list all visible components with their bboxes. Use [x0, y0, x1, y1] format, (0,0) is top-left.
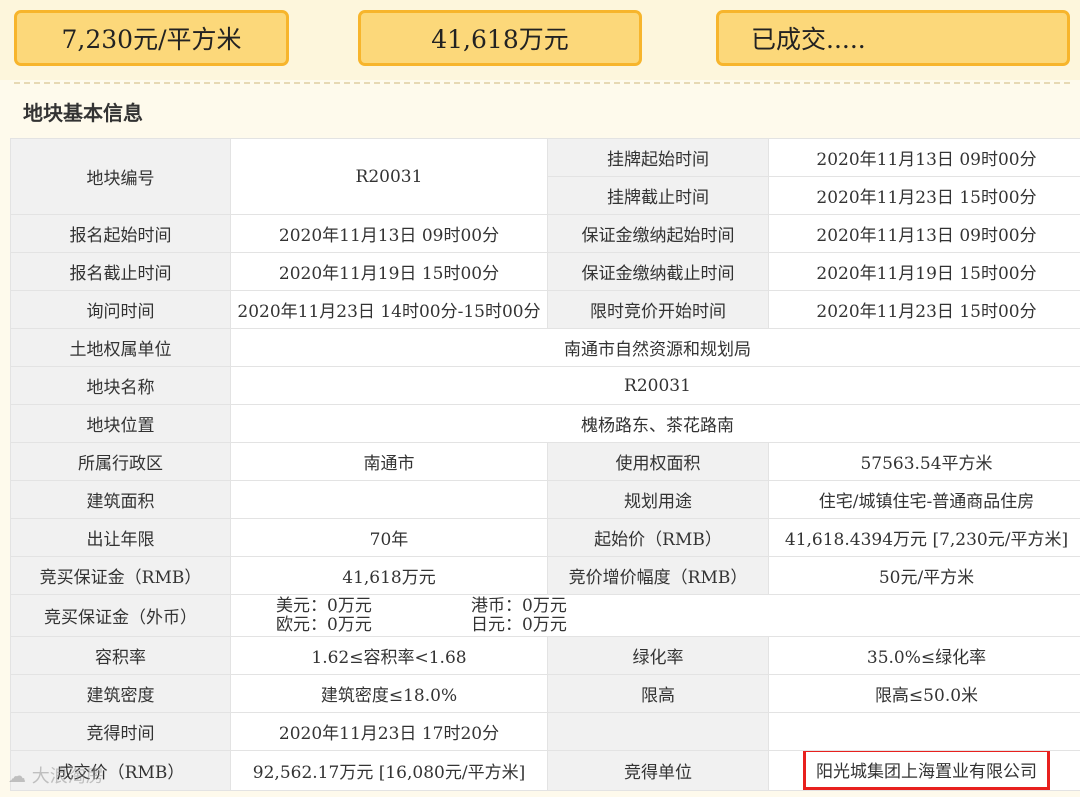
- deposit-start-value: 2020年11月13日 09时00分: [768, 214, 1080, 253]
- total-price: 41,618万元: [431, 25, 569, 54]
- planned-use-value: 住宅/城镇住宅-普通商品住房: [768, 480, 1080, 519]
- table-row: 成交价（RMB） 92,562.17万元 [16,080元/平方米] 竞得单位 …: [10, 750, 1080, 791]
- height-limit-label: 限高: [547, 674, 769, 713]
- table-row: 建筑密度 建筑密度≤18.0% 限高 限高≤50.0米: [10, 674, 1080, 713]
- foreign-deposit-value: 美元：0万元 港币：0万元 欧元：0万元 日元：0万元: [230, 594, 1080, 637]
- district-value: 南通市: [230, 442, 548, 481]
- bidding-start-value: 2020年11月23日 15时00分: [768, 290, 1080, 329]
- winner-label: 竞得单位: [547, 750, 769, 791]
- land-owner-label: 土地权属单位: [10, 328, 231, 367]
- table-row: 所属行政区 南通市 使用权面积 57563.54平方米: [10, 442, 1080, 481]
- empty-label: [547, 712, 769, 751]
- divider: [14, 82, 1070, 84]
- bid-deposit-value: 41,618万元: [230, 556, 548, 595]
- inquiry-time-value: 2020年11月23日 14时00分-15时00分: [230, 290, 548, 329]
- registration-start-label: 报名起始时间: [10, 214, 231, 253]
- deposit-end-value: 2020年11月19日 15时00分: [768, 252, 1080, 291]
- empty-value: [768, 712, 1080, 751]
- table-row: 竞买保证金（RMB） 41,618万元 竞价增价幅度（RMB） 50元/平方米: [10, 556, 1080, 595]
- bid-increment-label: 竞价增价幅度（RMB）: [547, 556, 769, 595]
- starting-price-value: 41,618.4394万元 [7,230元/平方米]: [768, 518, 1080, 557]
- win-time-label: 竞得时间: [10, 712, 231, 751]
- registration-end-value: 2020年11月19日 15时00分: [230, 252, 548, 291]
- table-row: 报名起始时间 2020年11月13日 09时00分 保证金缴纳起始时间 2020…: [10, 214, 1080, 253]
- winner-cell: 阳光城集团上海置业有限公司: [768, 750, 1080, 791]
- building-density-value: 建筑密度≤18.0%: [230, 674, 548, 713]
- green-ratio-value: 35.0%≤绿化率: [768, 636, 1080, 675]
- table-row: 地块位置 槐杨路东、茶花路南: [10, 404, 1080, 443]
- building-area-label: 建筑面积: [10, 480, 231, 519]
- building-area-value: [230, 480, 548, 519]
- lease-term-label: 出让年限: [10, 518, 231, 557]
- table-row: 建筑面积 规划用途 住宅/城镇住宅-普通商品住房: [10, 480, 1080, 519]
- bid-deposit-label: 竞买保证金（RMB）: [10, 556, 231, 595]
- table-row: 出让年限 70年 起始价（RMB） 41,618.4394万元 [7,230元/…: [10, 518, 1080, 557]
- jpy-deposit: 日元：0万元: [471, 614, 567, 635]
- table-row: 竞得时间 2020年11月23日 17时20分: [10, 712, 1080, 751]
- parcel-location-value: 槐杨路东、茶花路南: [230, 404, 1080, 443]
- table-row: 竞买保证金（外币） 美元：0万元 港币：0万元 欧元：0万元 日元：0万元: [10, 594, 1080, 637]
- hkd-deposit: 港币：0万元: [471, 595, 567, 616]
- listing-start-label: 挂牌起始时间: [547, 138, 769, 177]
- watermark: ☁ 大浪淘房: [8, 762, 104, 788]
- unit-price: 7,230元/平方米: [61, 25, 242, 54]
- land-owner-value: 南通市自然资源和规划局: [230, 328, 1080, 367]
- parcel-number-label: 地块编号: [10, 138, 231, 215]
- bidding-start-label: 限时竞价开始时间: [547, 290, 769, 329]
- foreign-deposit-label: 竞买保证金（外币）: [10, 594, 231, 637]
- planned-use-label: 规划用途: [547, 480, 769, 519]
- table-row: 土地权属单位 南通市自然资源和规划局: [10, 328, 1080, 367]
- table-row: 地块编号 R20031 挂牌起始时间 2020年11月13日 09时00分: [10, 138, 1080, 215]
- inquiry-time-label: 询问时间: [10, 290, 231, 329]
- registration-end-label: 报名截止时间: [10, 252, 231, 291]
- building-density-label: 建筑密度: [10, 674, 231, 713]
- status-box: 已成交.....: [716, 10, 1070, 66]
- listing-end-label: 挂牌截止时间: [547, 176, 769, 215]
- watermark-text: 大浪淘房: [31, 766, 104, 787]
- eur-deposit: 欧元：0万元: [276, 614, 372, 635]
- section-title: 地块基本信息: [23, 101, 143, 125]
- parcel-location-label: 地块位置: [10, 404, 231, 443]
- parcel-name-value: R20031: [230, 366, 1080, 405]
- plot-ratio-label: 容积率: [10, 636, 231, 675]
- land-area-label: 使用权面积: [547, 442, 769, 481]
- parcel-number-value: R20031: [230, 138, 548, 215]
- unit-price-box: 7,230元/平方米: [14, 10, 289, 66]
- table-row: 报名截止时间 2020年11月19日 15时00分 保证金缴纳截止时间 2020…: [10, 252, 1080, 291]
- total-price-box: 41,618万元: [358, 10, 642, 66]
- table-row: 询问时间 2020年11月23日 14时00分-15时00分 限时竞价开始时间 …: [10, 290, 1080, 329]
- watermark-logo-icon: ☁: [8, 766, 26, 787]
- registration-start-value: 2020年11月13日 09时00分: [230, 214, 548, 253]
- deposit-start-label: 保证金缴纳起始时间: [547, 214, 769, 253]
- deal-price-value: 92,562.17万元 [16,080元/平方米]: [230, 750, 548, 791]
- win-time-value: 2020年11月23日 17时20分: [230, 712, 548, 751]
- height-limit-value: 限高≤50.0米: [768, 674, 1080, 713]
- land-area-value: 57563.54平方米: [768, 442, 1080, 481]
- winner-value: 阳光城集团上海置业有限公司: [803, 751, 1050, 790]
- parcel-info-table: 地块编号 R20031 挂牌起始时间 2020年11月13日 09时00分 挂牌…: [10, 138, 1080, 791]
- deal-status: 已成交.....: [751, 25, 866, 54]
- deposit-end-label: 保证金缴纳截止时间: [547, 252, 769, 291]
- usd-deposit: 美元：0万元: [276, 595, 372, 616]
- green-ratio-label: 绿化率: [547, 636, 769, 675]
- bid-increment-value: 50元/平方米: [768, 556, 1080, 595]
- table-row: 容积率 1.62≤容积率<1.68 绿化率 35.0%≤绿化率: [10, 636, 1080, 675]
- parcel-name-label: 地块名称: [10, 366, 231, 405]
- listing-end-value: 2020年11月23日 15时00分: [768, 176, 1080, 215]
- table-row: 地块名称 R20031: [10, 366, 1080, 405]
- plot-ratio-value: 1.62≤容积率<1.68: [230, 636, 548, 675]
- district-label: 所属行政区: [10, 442, 231, 481]
- lease-term-value: 70年: [230, 518, 548, 557]
- listing-start-value: 2020年11月13日 09时00分: [768, 138, 1080, 177]
- starting-price-label: 起始价（RMB）: [547, 518, 769, 557]
